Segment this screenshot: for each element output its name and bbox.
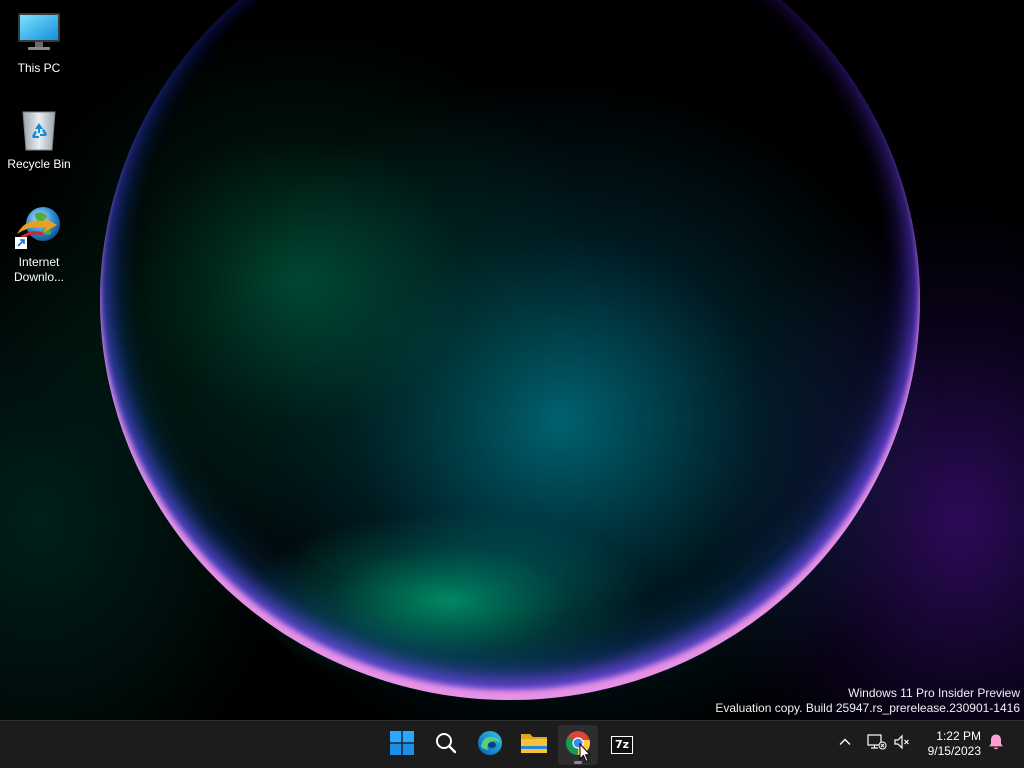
desktop-icon-this-pc[interactable]: This PC	[1, 10, 77, 76]
taskbar-chrome[interactable]	[558, 725, 598, 765]
edge-icon	[477, 730, 503, 761]
taskbar: 7z 1:22 PM 9/15/2023	[0, 720, 1024, 768]
taskbar-file-explorer[interactable]	[514, 725, 554, 765]
taskbar-7zip[interactable]: 7z	[602, 725, 642, 765]
clock-time: 1:22 PM	[936, 729, 981, 743]
bell-icon	[988, 733, 1004, 756]
notifications-button[interactable]	[985, 733, 1007, 755]
network-disconnected-icon	[867, 733, 887, 756]
start-button[interactable]	[382, 725, 422, 765]
7zip-icon: 7z	[611, 736, 633, 754]
monitor-icon	[15, 10, 63, 58]
evaluation-watermark: Windows 11 Pro Insider Preview Evaluatio…	[715, 686, 1020, 716]
mouse-cursor	[579, 742, 592, 768]
volume-button[interactable]	[891, 733, 913, 755]
volume-muted-icon	[893, 733, 911, 756]
taskbar-edge[interactable]	[470, 725, 510, 765]
desktop-icon-label: This PC	[17, 61, 61, 75]
search-button[interactable]	[426, 725, 466, 765]
desktop-icon-internet-download-manager[interactable]: Internet Downlo...	[1, 204, 77, 285]
watermark-build: Evaluation copy. Build 25947.rs_prerelea…	[715, 701, 1020, 715]
desktop[interactable]: This PC Recycle Bin Internet Downlo... W…	[0, 0, 1024, 720]
desktop-icon-label: Downlo...	[13, 270, 65, 284]
desktop-icon-label: Internet	[18, 255, 60, 269]
windows-start-icon	[390, 730, 414, 760]
clock-date: 9/15/2023	[927, 744, 981, 758]
desktop-icon-label: Recycle Bin	[7, 157, 71, 171]
desktop-icon-recycle-bin[interactable]: Recycle Bin	[1, 106, 77, 172]
watermark-edition: Windows 11 Pro Insider Preview	[848, 686, 1020, 700]
network-status-button[interactable]	[866, 733, 888, 755]
search-icon	[434, 731, 458, 760]
show-hidden-icons-button[interactable]	[834, 733, 856, 755]
chevron-up-icon	[838, 735, 852, 754]
folder-icon	[520, 731, 548, 760]
clock[interactable]: 1:22 PM 9/15/2023	[919, 729, 981, 759]
internet-download-manager-icon	[15, 204, 63, 252]
recycle-bin-icon	[15, 106, 63, 154]
